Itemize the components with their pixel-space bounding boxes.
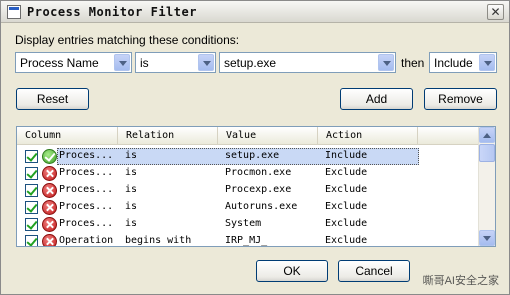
cell-column: Proces... — [59, 201, 114, 212]
cell-value: Procmon.exe — [225, 167, 292, 178]
cell-column: Proces... — [59, 150, 114, 161]
row-checkbox[interactable] — [25, 184, 38, 197]
cell-value: System — [225, 218, 262, 229]
filter-dialog: Process Monitor Filter ✕ Display entries… — [0, 0, 510, 295]
remove-button[interactable]: Remove — [424, 88, 497, 110]
then-label: then — [401, 56, 425, 70]
cell-column: Proces... — [59, 218, 114, 229]
exclude-icon — [42, 234, 57, 246]
window-title: Process Monitor Filter — [27, 5, 197, 19]
column-header-value[interactable]: Value — [218, 127, 318, 145]
cell-column: Proces... — [59, 167, 114, 178]
column-header-relation[interactable]: Relation — [118, 127, 218, 145]
cell-value: setup.exe — [225, 150, 280, 161]
cell-column: Operation — [59, 235, 114, 246]
chevron-down-icon[interactable] — [378, 54, 394, 71]
cell-relation: is — [125, 167, 138, 178]
cell-relation: begins with — [125, 235, 192, 246]
filter-list[interactable]: Column Relation Value Action Proces... is… — [16, 126, 496, 247]
exclude-icon — [42, 183, 57, 198]
cell-action: Exclude — [325, 167, 368, 178]
title-bar: Process Monitor Filter ✕ — [1, 1, 509, 23]
app-window-icon — [7, 5, 21, 19]
add-button[interactable]: Add — [340, 88, 413, 110]
relation-combo[interactable]: is — [135, 52, 216, 73]
cell-relation: is — [125, 201, 138, 212]
value-combo[interactable]: setup.exe — [219, 52, 396, 73]
cell-relation: is — [125, 150, 138, 161]
cell-action: Exclude — [325, 201, 368, 212]
scroll-down-icon[interactable] — [479, 230, 495, 246]
table-row[interactable]: Proces... is Autoruns.exe Exclude — [17, 199, 479, 216]
list-header: Column Relation Value Action — [17, 127, 479, 145]
table-row[interactable]: Proces... is Procmon.exe Exclude — [17, 165, 479, 182]
include-icon — [42, 149, 57, 164]
watermark: 嘶哥AI安全之家 — [422, 275, 499, 287]
exclude-icon — [42, 166, 57, 181]
column-combo-value: Process Name — [20, 56, 99, 70]
row-checkbox[interactable] — [25, 150, 38, 163]
table-row[interactable]: Proces... is setup.exe Include — [17, 148, 479, 165]
cell-value: Procexp.exe — [225, 184, 292, 195]
cancel-button[interactable]: Cancel — [338, 260, 410, 282]
conditions-label: Display entries matching these condition… — [15, 33, 240, 47]
action-combo-value: Include — [434, 56, 473, 70]
action-combo[interactable]: Include — [429, 52, 497, 73]
row-checkbox[interactable] — [25, 218, 38, 231]
table-row[interactable]: Operation begins with IRP_MJ_ Exclude — [17, 233, 479, 246]
reset-button[interactable]: Reset — [16, 88, 89, 110]
cell-relation: is — [125, 184, 138, 195]
cell-relation: is — [125, 218, 138, 229]
cell-action: Include — [325, 150, 368, 161]
cell-column: Proces... — [59, 184, 114, 195]
cell-value: IRP_MJ_ — [225, 235, 268, 246]
value-combo-value: setup.exe — [224, 56, 277, 70]
column-combo[interactable]: Process Name — [15, 52, 132, 73]
row-checkbox[interactable] — [25, 235, 38, 246]
cell-value: Autoruns.exe — [225, 201, 298, 212]
vertical-scrollbar[interactable] — [478, 127, 495, 246]
relation-combo-value: is — [140, 56, 149, 70]
cell-action: Exclude — [325, 235, 368, 246]
chevron-down-icon[interactable] — [479, 54, 495, 71]
row-checkbox[interactable] — [25, 167, 38, 180]
chevron-down-icon[interactable] — [198, 54, 214, 71]
column-header-column[interactable]: Column — [17, 127, 118, 145]
table-row[interactable]: Proces... is System Exclude — [17, 216, 479, 233]
row-checkbox[interactable] — [25, 201, 38, 214]
chevron-down-icon[interactable] — [114, 54, 130, 71]
cell-action: Exclude — [325, 218, 368, 229]
ok-button[interactable]: OK — [256, 260, 328, 282]
column-header-action[interactable]: Action — [318, 127, 418, 145]
close-button[interactable]: ✕ — [487, 4, 504, 20]
exclude-icon — [42, 200, 57, 215]
table-row[interactable]: Proces... is Procexp.exe Exclude — [17, 182, 479, 199]
cell-action: Exclude — [325, 184, 368, 195]
scroll-up-icon[interactable] — [479, 127, 495, 143]
exclude-icon — [42, 217, 57, 232]
scroll-thumb[interactable] — [479, 144, 495, 162]
